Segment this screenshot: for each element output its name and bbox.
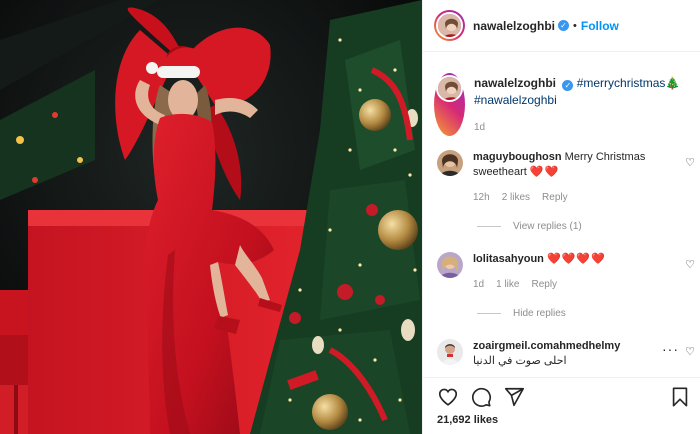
post-header: nawalelzoghbi ✓ • Follow <box>423 0 700 52</box>
comment-icon[interactable] <box>470 386 492 408</box>
comment-username[interactable]: lolitasahyoun <box>473 253 544 265</box>
comment-item: zoairgmeil.comahmedhelmy احلى صوت في الد… <box>437 339 695 369</box>
comment-timestamp[interactable]: 1d <box>473 277 484 292</box>
replies-divider <box>477 313 501 314</box>
comment-item: maguyboughosn Merry Christmas sweetheart… <box>437 150 695 205</box>
hashtag-link[interactable]: #merrychristmas🎄 <box>577 76 681 90</box>
comment-emoji: ❤️❤️ <box>529 166 560 178</box>
author-avatar-ring[interactable] <box>434 10 465 41</box>
header-separator: • <box>573 19 577 32</box>
comment-heart-icon[interactable]: ♡ <box>685 345 695 358</box>
replies-toggle-label[interactable]: Hide replies <box>513 308 566 319</box>
reply-button[interactable]: Reply <box>542 190 568 205</box>
caption-timestamp[interactable]: 1d <box>474 119 680 136</box>
caption-avatar-ring[interactable] <box>434 73 465 136</box>
follow-button[interactable]: Follow <box>581 19 619 33</box>
author-avatar[interactable] <box>436 12 463 39</box>
share-icon[interactable] <box>503 386 525 408</box>
comment-emoji: ❤️❤️❤️❤️ <box>546 253 606 265</box>
bookmark-icon[interactable] <box>669 386 691 408</box>
comment-timestamp[interactable]: 12h <box>473 190 490 205</box>
view-replies-toggle[interactable]: View replies (1) <box>477 221 582 232</box>
verified-badge-icon: ✓ <box>562 80 574 91</box>
hide-replies-toggle[interactable]: Hide replies <box>477 308 566 319</box>
comment-item: lolitasahyoun ❤️❤️❤️❤️ 1d 1 like Reply ♡ <box>437 252 695 292</box>
author-username[interactable]: nawalelzoghbi <box>473 19 555 33</box>
commenter-avatar[interactable] <box>437 150 463 176</box>
post-image <box>0 0 422 434</box>
heart-icon[interactable] <box>437 386 459 408</box>
commenter-avatar[interactable] <box>437 339 463 365</box>
more-options-icon[interactable]: ··· <box>662 341 679 357</box>
hashtag-link[interactable]: #nawalelzoghbi <box>474 93 557 107</box>
post-caption: nawalelzoghbi ✓ #merrychristmas🎄 #nawale… <box>434 73 696 136</box>
commenter-avatar[interactable] <box>437 252 463 278</box>
comment-username[interactable]: maguyboughosn <box>473 151 562 163</box>
replies-toggle-label[interactable]: View replies (1) <box>513 221 582 232</box>
comment-heart-icon[interactable]: ♡ <box>685 258 695 271</box>
comment-heart-icon[interactable]: ♡ <box>685 156 695 169</box>
verified-badge-icon: ✓ <box>558 20 570 31</box>
reply-button[interactable]: Reply <box>531 277 557 292</box>
post-side-panel: nawalelzoghbi ✓ • Follow nawalelzoghbi ✓… <box>422 0 700 434</box>
comment-likes[interactable]: 1 like <box>496 277 519 292</box>
post-photo[interactable] <box>0 0 422 434</box>
comment-likes[interactable]: 2 likes <box>502 190 530 205</box>
likes-count[interactable]: 21,692 likes <box>437 414 498 426</box>
replies-divider <box>477 226 501 227</box>
caption-username[interactable]: nawalelzoghbi <box>474 76 556 90</box>
caption-avatar[interactable] <box>436 75 463 102</box>
comment-username[interactable]: zoairgmeil.comahmedhelmy <box>473 340 620 352</box>
